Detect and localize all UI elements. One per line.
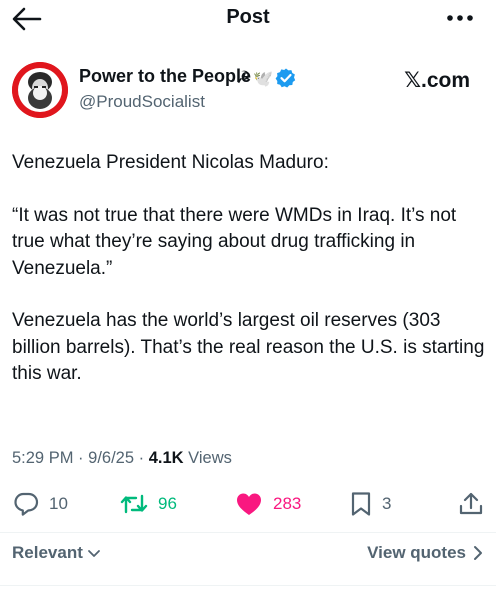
name-badges: ☭ 🕊️ xyxy=(236,65,297,91)
more-horizontal-icon xyxy=(447,15,473,21)
tweet-date: 9/6/25 xyxy=(88,449,135,467)
chevron-down-icon xyxy=(87,550,100,557)
sort-replies-toggle[interactable]: Relevant xyxy=(12,543,102,563)
repost-count: 96 xyxy=(158,494,177,513)
hammer-sickle-emoji: ☭ xyxy=(236,68,252,88)
separator: · xyxy=(78,449,84,467)
separator: · xyxy=(138,449,145,467)
share-upload-icon xyxy=(459,492,483,515)
like-count: 283 xyxy=(273,494,302,513)
verified-badge-icon xyxy=(275,68,296,88)
tweet-paragraph: Venezuela President Nicolas Maduro: xyxy=(12,152,329,173)
repost-arrows-icon xyxy=(120,494,148,514)
more-options-button[interactable] xyxy=(446,8,474,28)
bookmark-button[interactable]: 3 xyxy=(350,486,391,522)
avatar[interactable] xyxy=(12,62,68,118)
heart-filled-icon xyxy=(237,493,261,515)
author-row: Power to the People ☭ 🕊️ @ProudSocialist… xyxy=(12,62,484,122)
page-title: Post xyxy=(226,6,270,28)
divider xyxy=(0,532,496,533)
reply-button[interactable]: 10 xyxy=(13,486,68,522)
replies-controls: Relevant View quotes xyxy=(0,540,496,570)
tweet-paragraph: “It was not true that there were WMDs in… xyxy=(12,204,457,279)
view-quotes-label: View quotes xyxy=(367,543,466,562)
reply-count: 10 xyxy=(49,494,68,513)
tweet-time: 5:29 PM xyxy=(12,449,74,467)
views-count[interactable]: 4.1K xyxy=(149,449,184,467)
divider xyxy=(0,585,496,586)
like-button[interactable]: 283 xyxy=(235,486,301,522)
site-watermark: 𝕏.com xyxy=(404,69,470,92)
tweet-metadata: 5:29 PM · 9/6/25 · 4.1K Views xyxy=(12,449,232,468)
action-bar: 10 96 283 3 xyxy=(0,486,496,522)
view-quotes-link[interactable]: View quotes xyxy=(367,543,484,563)
reply-bubble-icon xyxy=(14,492,39,516)
bookmark-icon xyxy=(351,492,371,516)
top-bar: Post xyxy=(0,0,496,40)
dove-emoji: 🕊️ xyxy=(253,68,274,88)
sort-label: Relevant xyxy=(12,543,83,562)
repost-button[interactable]: 96 xyxy=(120,486,177,522)
portrait-avatar-icon xyxy=(12,62,68,118)
share-button[interactable] xyxy=(458,486,484,522)
views-label: Views xyxy=(188,449,232,467)
bookmark-count: 3 xyxy=(382,494,392,513)
display-name[interactable]: Power to the People xyxy=(79,66,251,87)
tweet-paragraph: Venezuela has the world’s largest oil re… xyxy=(12,310,485,384)
user-handle[interactable]: @ProudSocialist xyxy=(79,92,205,112)
tweet-body: Venezuela President Nicolas Maduro: “It … xyxy=(12,150,488,388)
chevron-right-icon xyxy=(474,546,482,560)
